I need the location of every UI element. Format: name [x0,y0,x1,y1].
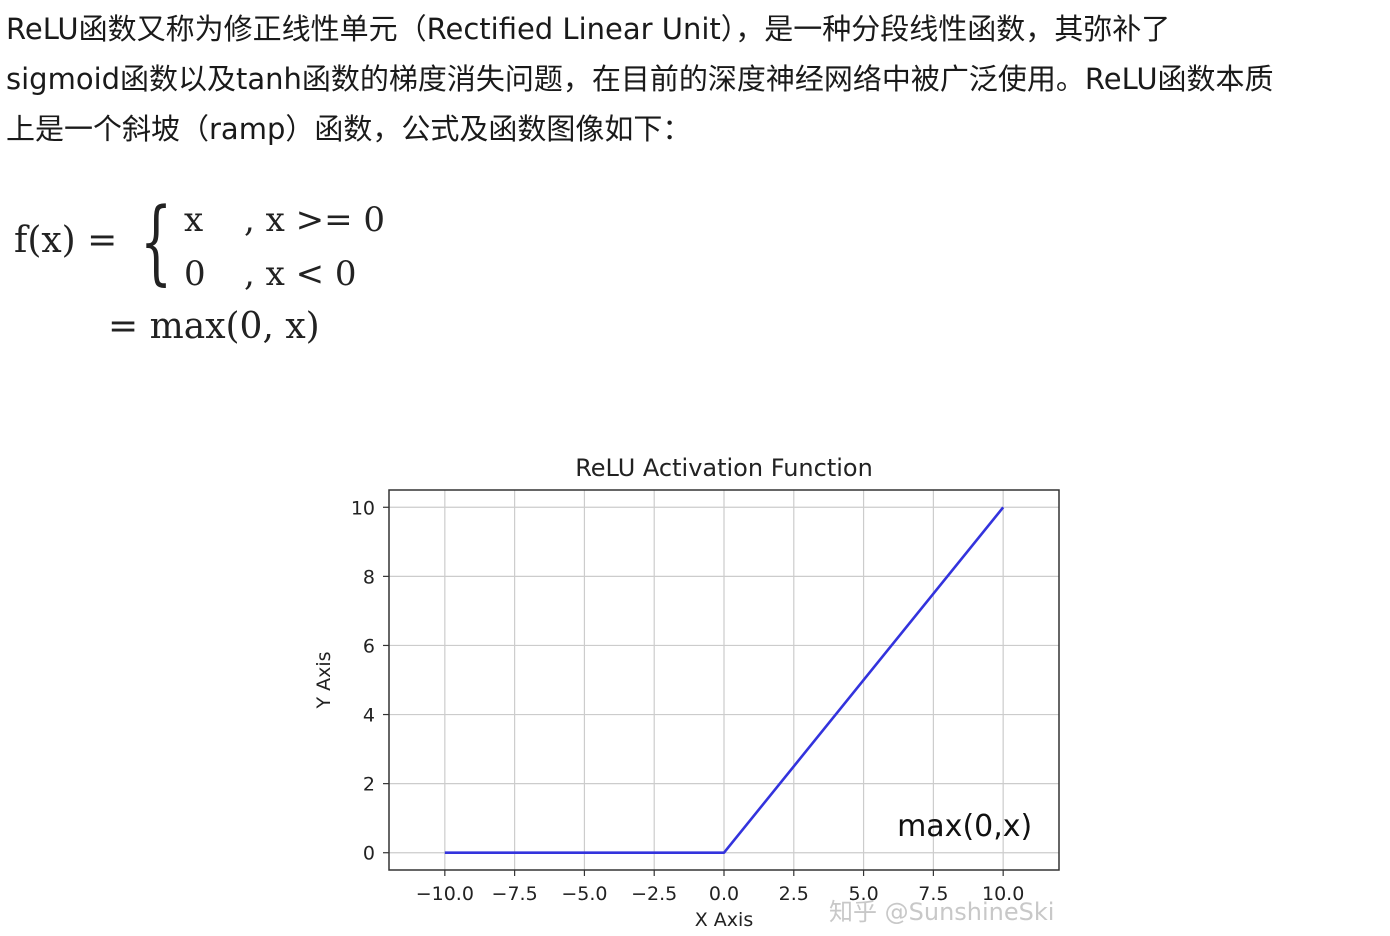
relu-chart: ReLU Activation Function −10.0 −7.5 −5.0 −2… [300,440,1090,936]
intro-line-3: 上是一个斜坡（ramp）函数，公式及函数图像如下： [6,112,692,146]
formula-lhs: f(x) = [14,220,118,261]
formula-case1-condition: , x >= 0 [244,200,386,240]
relu-formula: f(x) = { x , x >= 0 0 , x < 0 = max(0, x… [12,190,432,360]
formula-max-form: = max(0, x) [108,306,320,347]
y-tick-label: 6 [363,635,375,657]
x-tick-label: −2.5 [631,883,677,905]
intro-line-1: ReLU函数又称为修正线性单元（Rectified Linear Unit），是… [6,12,1171,46]
chart-title: ReLU Activation Function [575,454,873,482]
chart-annotation: max(0,x) [897,809,1032,844]
formula-case1-value: x [184,200,204,240]
intro-line-2: sigmoid函数以及tanh函数的梯度消失问题，在目前的深度神经网络中被广泛使… [6,62,1274,96]
x-tick-label: −7.5 [492,883,538,905]
chart-svg: ReLU Activation Function −10.0 −7.5 −5.0 −2… [313,454,1060,931]
y-tick-label: 10 [351,497,375,519]
watermark: 知乎 @SunshineSki [829,898,1054,926]
y-tick-label: 4 [363,705,375,727]
x-tick-label: −10.0 [416,883,474,905]
formula-case2-value: 0 [184,254,206,294]
y-tick-label: 0 [363,843,375,865]
y-axis-label: Y Axis [313,651,335,709]
formula-brace: { [140,188,173,295]
y-tick-label: 8 [363,566,375,588]
x-tick-label: −5.0 [561,883,607,905]
y-tick-label: 2 [363,774,375,796]
formula-case2-condition: , x < 0 [244,254,357,294]
intro-paragraph: ReLU函数又称为修正线性单元（Rectified Linear Unit），是… [6,4,1386,154]
x-tick-label: 2.5 [779,883,809,905]
x-tick-label: 0.0 [709,883,739,905]
x-axis-label: X Axis [695,909,753,931]
